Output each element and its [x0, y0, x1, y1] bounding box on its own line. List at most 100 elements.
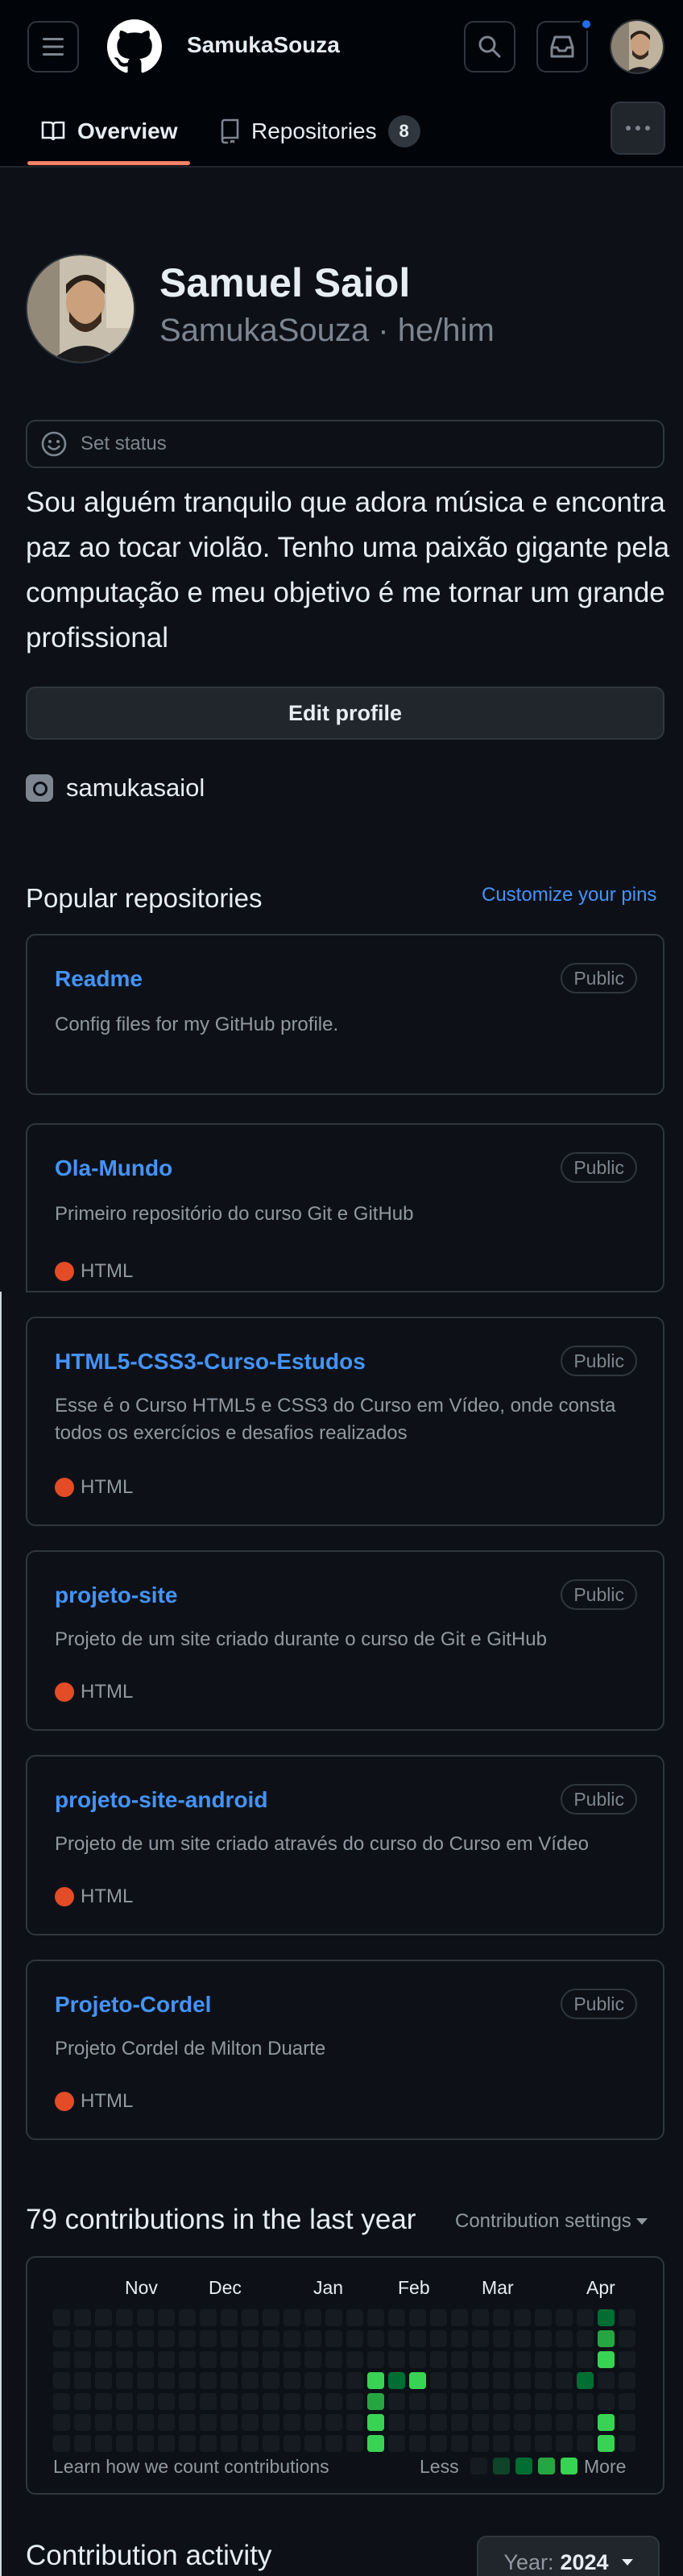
contribution-cell[interactable] [284, 2351, 300, 2368]
contribution-cell[interactable] [325, 2309, 342, 2326]
contribution-cell[interactable] [514, 2435, 531, 2452]
contribution-cell[interactable] [137, 2435, 154, 2452]
contribution-cell[interactable] [577, 2372, 594, 2389]
contribution-cell[interactable] [304, 2351, 321, 2368]
contribution-cell[interactable] [619, 2330, 635, 2347]
contribution-cell[interactable] [221, 2309, 238, 2326]
tab-repositories[interactable]: Repositories 8 [219, 95, 420, 168]
contribution-cell[interactable] [619, 2435, 635, 2452]
contribution-cell[interactable] [304, 2309, 321, 2326]
contribution-cell[interactable] [451, 2414, 468, 2431]
contribution-cell[interactable] [242, 2435, 259, 2452]
contribution-cell[interactable] [388, 2372, 405, 2389]
contribution-cell[interactable] [53, 2351, 70, 2368]
contribution-cell[interactable] [304, 2393, 321, 2410]
contribution-cell[interactable] [116, 2414, 133, 2431]
contribution-cell[interactable] [95, 2414, 112, 2431]
contribution-cell[interactable] [74, 2351, 91, 2368]
contribution-cell[interactable] [409, 2393, 426, 2410]
contribution-cell[interactable] [179, 2351, 196, 2368]
contribution-cell[interactable] [346, 2330, 363, 2347]
contribution-cell[interactable] [493, 2414, 510, 2431]
contribution-cell[interactable] [493, 2330, 510, 2347]
contribution-cell[interactable] [200, 2330, 217, 2347]
contribution-cell[interactable] [304, 2372, 321, 2389]
contribution-cell[interactable] [158, 2435, 175, 2452]
contribution-cell[interactable] [221, 2351, 238, 2368]
repo-link[interactable]: Readme [55, 966, 143, 992]
contribution-cell[interactable] [346, 2393, 363, 2410]
contribution-cell[interactable] [493, 2393, 510, 2410]
contribution-cell[interactable] [137, 2351, 154, 2368]
contribution-cell[interactable] [284, 2435, 300, 2452]
contribution-cell[interactable] [619, 2372, 635, 2389]
contribution-cell[interactable] [556, 2309, 573, 2326]
contribution-cell[interactable] [577, 2330, 594, 2347]
contribution-cell[interactable] [53, 2435, 70, 2452]
contribution-settings-dropdown[interactable]: Contribution settings [455, 2210, 648, 2233]
contribution-cell[interactable] [137, 2330, 154, 2347]
contribution-cell[interactable] [493, 2351, 510, 2368]
contribution-cell[interactable] [200, 2351, 217, 2368]
contribution-cell[interactable] [158, 2414, 175, 2431]
contribution-cell[interactable] [514, 2414, 531, 2431]
contribution-cell[interactable] [200, 2414, 217, 2431]
contribution-cell[interactable] [535, 2393, 552, 2410]
contribution-cell[interactable] [451, 2309, 468, 2326]
contribution-cell[interactable] [242, 2372, 259, 2389]
edit-profile-button[interactable]: Edit profile [26, 687, 664, 740]
contribution-cell[interactable] [577, 2309, 594, 2326]
contribution-cell[interactable] [451, 2372, 468, 2389]
contribution-cell[interactable] [472, 2393, 489, 2410]
contribution-cell[interactable] [116, 2435, 133, 2452]
contribution-cell[interactable] [116, 2330, 133, 2347]
github-logo[interactable] [107, 19, 162, 74]
more-options-button[interactable] [611, 102, 665, 155]
contribution-cell[interactable] [284, 2330, 300, 2347]
contribution-cell[interactable] [430, 2309, 447, 2326]
contribution-cell[interactable] [451, 2330, 468, 2347]
contribution-cell[interactable] [430, 2372, 447, 2389]
contribution-cell[interactable] [598, 2372, 615, 2389]
customize-pins-link[interactable]: Customize your pins [482, 884, 656, 906]
contribution-cell[interactable] [116, 2393, 133, 2410]
contribution-cell[interactable] [367, 2435, 384, 2452]
contribution-cell[interactable] [577, 2351, 594, 2368]
contribution-cell[interactable] [493, 2435, 510, 2452]
contribution-cell[interactable] [53, 2330, 70, 2347]
repo-link[interactable]: projeto-site-android [55, 1787, 267, 1813]
contribution-cell[interactable] [325, 2372, 342, 2389]
contribution-cell[interactable] [388, 2414, 405, 2431]
contribution-cell[interactable] [598, 2435, 615, 2452]
contribution-cell[interactable] [74, 2435, 91, 2452]
contribution-cell[interactable] [221, 2330, 238, 2347]
contribution-cell[interactable] [179, 2393, 196, 2410]
contribution-cell[interactable] [577, 2414, 594, 2431]
learn-contributions-link[interactable]: Learn how we count contributions [53, 2456, 329, 2478]
repo-link[interactable]: Ola-Mundo [55, 1155, 172, 1181]
contribution-cell[interactable] [346, 2435, 363, 2452]
contribution-cell[interactable] [95, 2330, 112, 2347]
contribution-cell[interactable] [556, 2330, 573, 2347]
menu-button[interactable] [27, 21, 79, 73]
contribution-cell[interactable] [325, 2330, 342, 2347]
contribution-cell[interactable] [472, 2435, 489, 2452]
contribution-cell[interactable] [53, 2393, 70, 2410]
contribution-cell[interactable] [346, 2414, 363, 2431]
contribution-cell[interactable] [200, 2372, 217, 2389]
contribution-cell[interactable] [388, 2351, 405, 2368]
contribution-cell[interactable] [263, 2414, 279, 2431]
contribution-cell[interactable] [514, 2351, 531, 2368]
contribution-cell[interactable] [556, 2372, 573, 2389]
contribution-cell[interactable] [472, 2309, 489, 2326]
contribution-cell[interactable] [514, 2393, 531, 2410]
contribution-cell[interactable] [263, 2393, 279, 2410]
tab-overview[interactable]: Overview [40, 95, 178, 168]
repo-link[interactable]: HTML5-CSS3-Curso-Estudos [55, 1349, 366, 1375]
contribution-cell[interactable] [409, 2330, 426, 2347]
contribution-cell[interactable] [137, 2393, 154, 2410]
contribution-cell[interactable] [53, 2414, 70, 2431]
contribution-cell[interactable] [367, 2372, 384, 2389]
contribution-cell[interactable] [137, 2414, 154, 2431]
contribution-cell[interactable] [242, 2309, 259, 2326]
